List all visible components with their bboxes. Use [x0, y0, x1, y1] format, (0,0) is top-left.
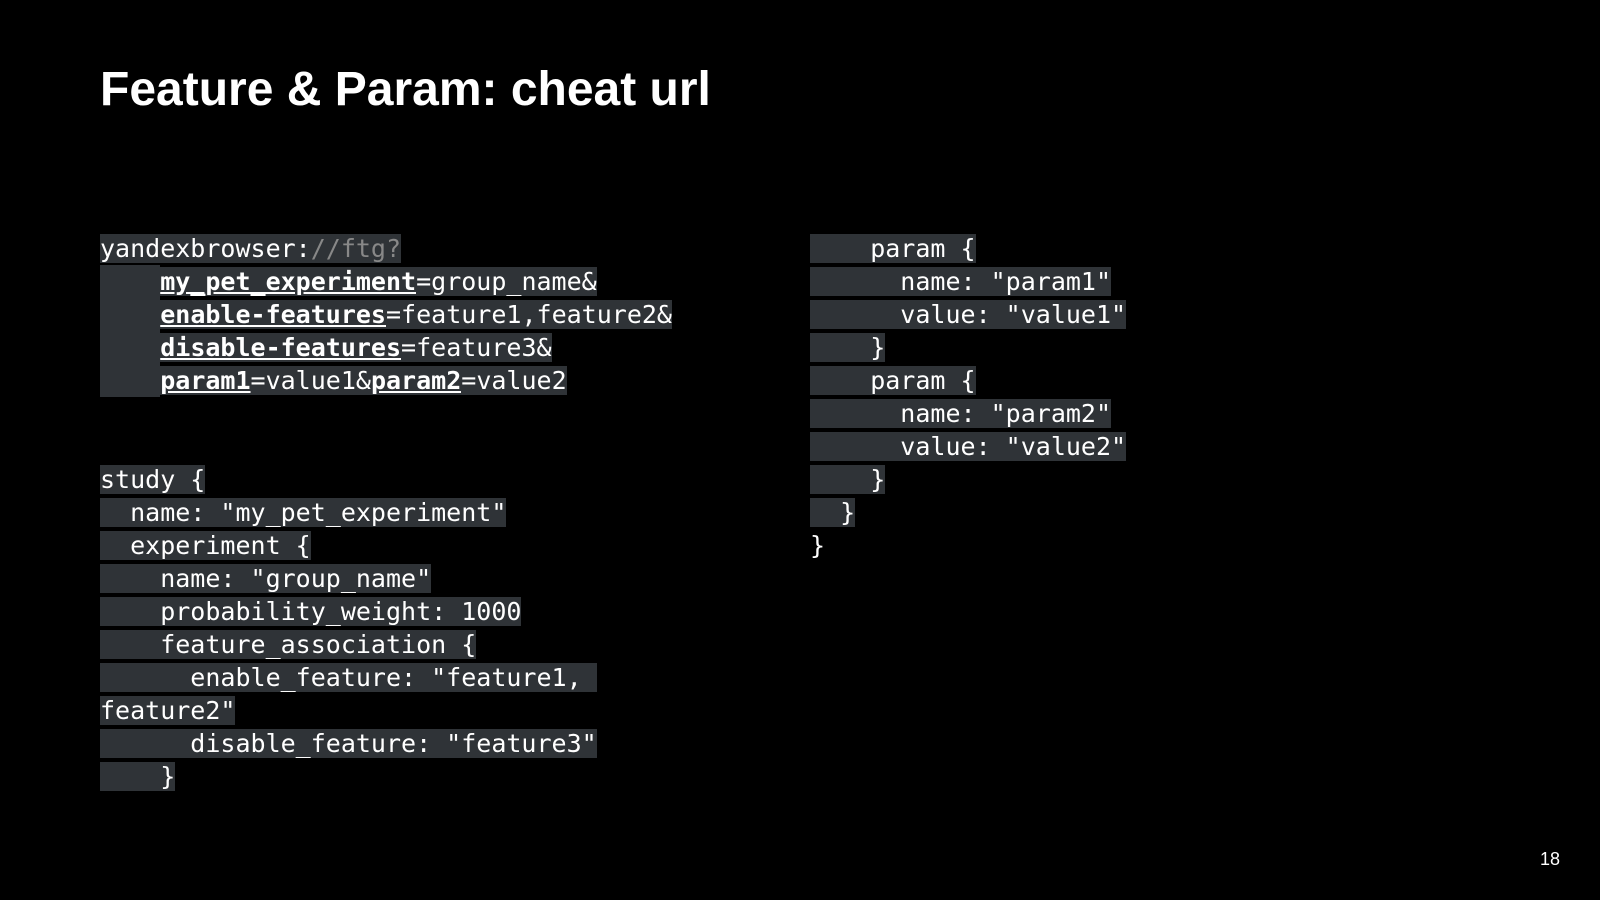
code-text: } [810, 531, 825, 560]
param-line: name: "param1" [810, 265, 1126, 298]
code-text: } [810, 498, 855, 527]
study-line: } [100, 760, 800, 793]
study-line: enable_feature: "feature1, [100, 661, 800, 694]
param-line: name: "param2" [810, 397, 1126, 430]
url-key: param1 [160, 366, 250, 395]
code-text: } [810, 333, 885, 362]
code-text: } [810, 465, 885, 494]
url-line-1: my_pet_experiment=group_name& [100, 265, 800, 298]
indent [100, 331, 160, 364]
study-line: feature2" [100, 694, 800, 727]
slide-body: yandexbrowser://ftg? my_pet_experiment=g… [100, 232, 1500, 793]
code-text: param { [810, 234, 976, 263]
code-text: param { [810, 366, 976, 395]
url-line-4: param1=value1&param2=value2 [100, 364, 800, 397]
param-line: param { [810, 232, 1126, 265]
code-text: name: "param2" [810, 399, 1111, 428]
param-line: param { [810, 364, 1126, 397]
indent [100, 364, 160, 397]
code-text: probability_weight: 1000 [100, 597, 521, 626]
study-line: disable_feature: "feature3" [100, 727, 800, 760]
url-rest: =value2 [461, 366, 566, 395]
code-text: feature2" [100, 696, 235, 725]
param-line: } [810, 463, 1126, 496]
code-text: feature_association { [100, 630, 476, 659]
param-line: } [810, 529, 1126, 562]
page-number: 18 [1540, 849, 1560, 870]
param-line: value: "value1" [810, 298, 1126, 331]
code-text: value: "value1" [810, 300, 1126, 329]
spacer [100, 397, 800, 463]
url-mid: =value1& [251, 366, 371, 395]
param-line: } [810, 331, 1126, 364]
study-line: feature_association { [100, 628, 800, 661]
code-text: value: "value2" [810, 432, 1126, 461]
param-line: value: "value2" [810, 430, 1126, 463]
code-text: name: "param1" [810, 267, 1111, 296]
code-text: disable_feature: "feature3" [100, 729, 597, 758]
slide-title: Feature & Param: cheat url [100, 62, 1500, 117]
param-line: } [810, 496, 1126, 529]
code-text: study { [100, 465, 205, 494]
study-line: name: "group_name" [100, 562, 800, 595]
right-column: param { name: "param1" value: "value1" }… [810, 232, 1126, 793]
url-line-2: enable-features=feature1,feature2& [100, 298, 800, 331]
url-rest: =feature3& [401, 333, 552, 362]
code-text: enable_feature: "feature1, [100, 663, 597, 692]
url-scheme: yandexbrowser: [100, 234, 311, 263]
study-line: experiment { [100, 529, 800, 562]
indent [100, 298, 160, 331]
url-key: param2 [371, 366, 461, 395]
code-text: } [100, 762, 175, 791]
url-line-3: disable-features=feature3& [100, 331, 800, 364]
url-rest: =feature1,feature2& [386, 300, 672, 329]
url-rest: =group_name& [416, 267, 597, 296]
code-text: experiment { [100, 531, 311, 560]
url-line-0: yandexbrowser://ftg? [100, 232, 800, 265]
study-line: probability_weight: 1000 [100, 595, 800, 628]
code-text: name: "my_pet_experiment" [100, 498, 506, 527]
url-key: my_pet_experiment [160, 267, 416, 296]
url-key: disable-features [160, 333, 401, 362]
url-path: //ftg? [311, 234, 401, 263]
url-key: enable-features [160, 300, 386, 329]
study-line: study { [100, 463, 800, 496]
indent [100, 265, 160, 298]
code-text: name: "group_name" [100, 564, 431, 593]
slide: Feature & Param: cheat url yandexbrowser… [0, 0, 1600, 900]
left-column: yandexbrowser://ftg? my_pet_experiment=g… [100, 232, 800, 793]
study-line: name: "my_pet_experiment" [100, 496, 800, 529]
